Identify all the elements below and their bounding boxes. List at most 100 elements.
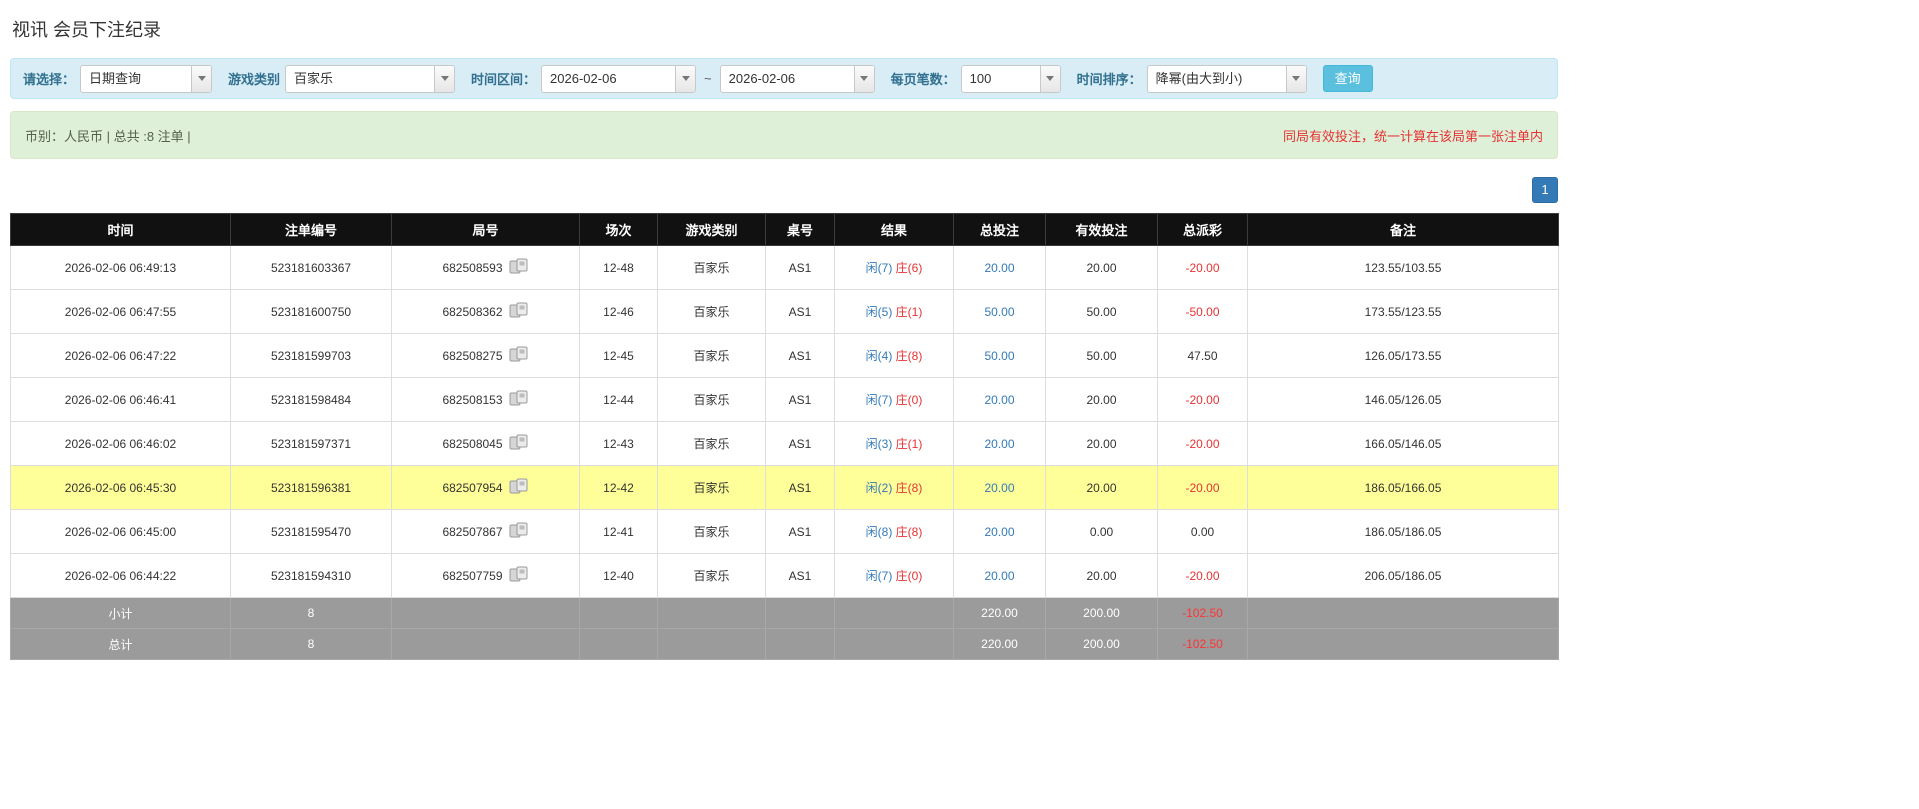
date-from-value: 2026-02-06 <box>550 70 617 86</box>
banker-result: 庄(0) <box>895 393 923 407</box>
column-header-1: 注单编号 <box>230 213 392 246</box>
round-cell: 682508275 <box>391 333 580 378</box>
total-bet-link[interactable]: 50.00 <box>984 349 1014 363</box>
bet-id-cell: 523181600750 <box>230 289 392 334</box>
date-to-input[interactable]: 2026-02-06 <box>719 64 875 93</box>
footer-count: 8 <box>230 597 392 629</box>
note-cell: 126.05/173.55 <box>1247 333 1559 378</box>
chevron-down-icon[interactable] <box>675 65 696 92</box>
view-cards-icon[interactable] <box>509 478 529 497</box>
page-size-select[interactable]: 100 <box>960 64 1061 93</box>
banker-result: 庄(6) <box>895 261 923 275</box>
payout-cell: -20.00 <box>1157 245 1248 290</box>
table-row: 2026-02-06 06:45:30 523181596381 682507954… <box>10 465 1559 510</box>
round-cell: 682508593 <box>391 245 580 290</box>
player-result: 闲(2) <box>865 481 893 495</box>
chevron-down-icon[interactable] <box>1039 65 1060 92</box>
session-cell: 12-40 <box>579 553 658 598</box>
time-cell: 2026-02-06 06:47:22 <box>10 333 231 378</box>
total-bet-link[interactable]: 20.00 <box>984 481 1014 495</box>
time-cell: 2026-02-06 06:47:55 <box>10 289 231 334</box>
tilde-separator: ~ <box>704 71 712 86</box>
time-cell: 2026-02-06 06:46:02 <box>10 421 231 466</box>
result-cell: 闲(5) 庄(1) <box>834 289 954 334</box>
payout-cell: 0.00 <box>1157 509 1248 554</box>
total-bet-link[interactable]: 20.00 <box>984 261 1014 275</box>
game-type-cell: 百家乐 <box>657 421 766 466</box>
column-header-5: 桌号 <box>765 213 835 246</box>
note-cell: 166.05/146.05 <box>1247 421 1559 466</box>
footer-label: 小计 <box>10 597 231 629</box>
time-cell: 2026-02-06 06:49:13 <box>10 245 231 290</box>
date-from-input[interactable]: 2026-02-06 <box>541 64 697 93</box>
view-cards-icon[interactable] <box>509 390 529 409</box>
time-cell: 2026-02-06 06:44:22 <box>10 553 231 598</box>
bet-id-cell: 523181597371 <box>230 421 392 466</box>
view-cards-icon[interactable] <box>509 566 529 585</box>
table-row: 2026-02-06 06:47:55 523181600750 682508362… <box>10 289 1559 334</box>
table-row: 2026-02-06 06:46:41 523181598484 682508153… <box>10 377 1559 422</box>
total-bet-cell: 20.00 <box>953 377 1046 422</box>
footer-count: 8 <box>230 628 392 660</box>
valid-bet-cell: 20.00 <box>1045 465 1158 510</box>
column-header-9: 总派彩 <box>1157 213 1248 246</box>
player-result: 闲(4) <box>865 349 893 363</box>
sort-value: 降幂(由大到小) <box>1155 70 1243 86</box>
game-type-value: 百家乐 <box>294 70 334 86</box>
round-cell: 682508362 <box>391 289 580 334</box>
date-to-value: 2026-02-06 <box>728 70 796 86</box>
total-bet-link[interactable]: 20.00 <box>984 525 1014 539</box>
game-type-cell: 百家乐 <box>657 553 766 598</box>
pagination: 1 <box>10 177 1558 203</box>
game-type-group: 游戏类别 百家乐 <box>228 64 456 93</box>
total-bet-link[interactable]: 20.00 <box>984 569 1014 583</box>
query-type-select[interactable]: 日期查询 <box>80 64 213 93</box>
payout-cell: 47.50 <box>1157 333 1248 378</box>
footer-total-bet: 220.00 <box>953 628 1046 660</box>
view-cards-icon[interactable] <box>509 346 529 365</box>
round-cell: 682507954 <box>391 465 580 510</box>
payout-cell: -20.00 <box>1157 553 1248 598</box>
search-button[interactable]: 查询 <box>1322 65 1373 92</box>
footer-valid-bet: 200.00 <box>1045 628 1158 660</box>
banker-result: 庄(0) <box>895 569 923 583</box>
note-cell: 146.05/126.05 <box>1247 377 1559 422</box>
player-result: 闲(7) <box>865 261 893 275</box>
game-type-cell: 百家乐 <box>657 333 766 378</box>
column-header-7: 总投注 <box>953 213 1046 246</box>
total-bet-link[interactable]: 20.00 <box>984 393 1014 407</box>
page-title: 视讯 会员下注纪录 <box>12 20 162 40</box>
player-result: 闲(7) <box>865 569 893 583</box>
game-type-cell: 百家乐 <box>657 245 766 290</box>
page-size-label: 每页笔数： <box>890 72 956 87</box>
payout-cell: -20.00 <box>1157 377 1248 422</box>
bet-id-cell: 523181598484 <box>230 377 392 422</box>
view-cards-icon[interactable] <box>509 302 529 321</box>
chevron-down-icon[interactable] <box>853 65 874 92</box>
total-bet-link[interactable]: 20.00 <box>984 437 1014 451</box>
bet-id-cell: 523181595470 <box>230 509 392 554</box>
banker-result: 庄(1) <box>895 437 923 451</box>
note-cell: 173.55/123.55 <box>1247 289 1559 334</box>
view-cards-icon[interactable] <box>509 522 529 541</box>
note-cell: 123.55/103.55 <box>1247 245 1559 290</box>
chevron-down-icon[interactable] <box>434 65 455 92</box>
view-cards-icon[interactable] <box>509 434 529 453</box>
note-cell: 206.05/186.05 <box>1247 553 1559 598</box>
page-1-button[interactable]: 1 <box>1532 177 1558 203</box>
table-no-cell: AS1 <box>765 465 835 510</box>
sort-select[interactable]: 降幂(由大到小) <box>1146 64 1307 93</box>
result-cell: 闲(8) 庄(8) <box>834 509 954 554</box>
time-cell: 2026-02-06 06:45:30 <box>10 465 231 510</box>
payout-cell: -50.00 <box>1157 289 1248 334</box>
chevron-down-icon[interactable] <box>1285 65 1306 92</box>
chevron-down-icon[interactable] <box>191 65 212 92</box>
footer-total-bet: 220.00 <box>953 597 1046 629</box>
valid-bet-cell: 50.00 <box>1045 333 1158 378</box>
table-row: 2026-02-06 06:49:13 523181603367 682508593… <box>10 245 1559 290</box>
view-cards-icon[interactable] <box>509 258 529 277</box>
game-type-select[interactable]: 百家乐 <box>285 64 456 93</box>
session-cell: 12-48 <box>579 245 658 290</box>
valid-bet-cell: 20.00 <box>1045 377 1158 422</box>
total-bet-link[interactable]: 50.00 <box>984 305 1014 319</box>
